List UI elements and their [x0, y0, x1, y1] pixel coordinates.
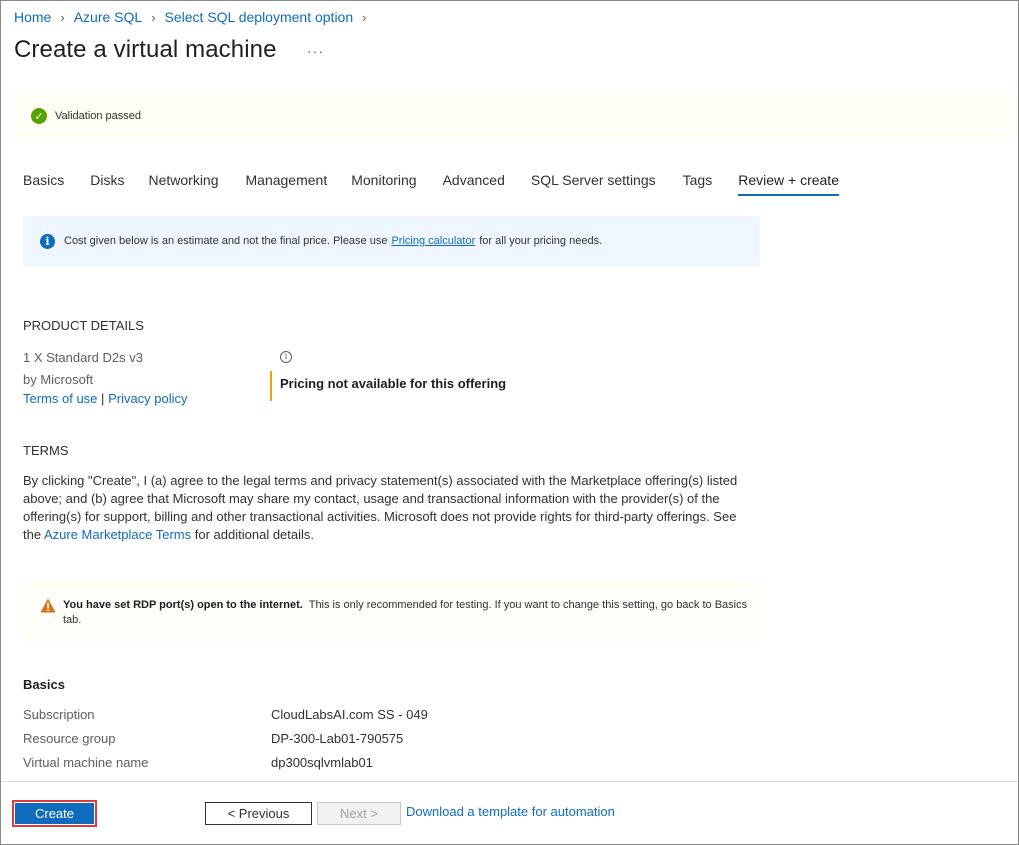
create-vm-blade: Home › Azure SQL › Select SQL deployment… — [0, 0, 1019, 845]
page-title: Create a virtual machine — [14, 36, 277, 63]
tab-networking[interactable]: Networking — [148, 172, 218, 194]
terms-heading: TERMS — [23, 443, 69, 458]
breadcrumb: Home › Azure SQL › Select SQL deployment… — [14, 9, 375, 25]
vm-name-value: dp300sqlvmlab01 — [271, 755, 373, 770]
warning-icon — [40, 598, 56, 613]
terms-of-use-link[interactable]: Terms of use — [23, 391, 97, 406]
next-button[interactable]: Next > — [317, 802, 401, 825]
info-icon: i — [40, 233, 55, 249]
warning-bold: You have set RDP port(s) open to the int… — [63, 599, 303, 611]
resource-group-label: Resource group — [23, 731, 116, 746]
pricing-accent-bar — [270, 371, 272, 401]
tab-advanced[interactable]: Advanced — [443, 172, 505, 194]
tab-management[interactable]: Management — [246, 172, 328, 194]
warning-text: You have set RDP port(s) open to the int… — [63, 598, 753, 642]
validation-banner: ✓ Validation passed — [15, 91, 1015, 141]
chevron-right-icon: › — [60, 9, 65, 25]
info-circle-icon[interactable]: i — [280, 351, 292, 363]
subscription-value: CloudLabsAI.com SS - 049 — [271, 707, 428, 722]
breadcrumb-azure-sql[interactable]: Azure SQL — [74, 9, 142, 25]
footer-divider — [1, 781, 1018, 782]
marketplace-terms-link[interactable]: Azure Marketplace Terms — [44, 527, 191, 542]
subscription-label: Subscription — [23, 707, 95, 722]
vm-name-label: Virtual machine name — [23, 755, 149, 770]
rdp-warning-banner: You have set RDP port(s) open to the int… — [23, 579, 760, 642]
pricing-calculator-link[interactable]: Pricing calculator — [391, 235, 475, 247]
cost-info-before: Cost given below is an estimate and not … — [64, 235, 388, 247]
tab-disks[interactable]: Disks — [90, 172, 124, 194]
terms-text: By clicking "Create", I (a) agree to the… — [23, 472, 753, 544]
download-template-link[interactable]: Download a template for automation — [406, 804, 615, 819]
cost-info-banner: i Cost given below is an estimate and no… — [23, 216, 760, 266]
chevron-right-icon: › — [151, 9, 156, 25]
breadcrumb-home[interactable]: Home — [14, 9, 51, 25]
product-name: 1 X Standard D2s v3 — [23, 350, 143, 365]
create-button[interactable]: Create — [15, 803, 94, 824]
previous-button[interactable]: < Previous — [205, 802, 312, 825]
product-publisher: by Microsoft — [23, 372, 94, 387]
tab-monitoring[interactable]: Monitoring — [351, 172, 416, 194]
pricing-status: Pricing not available for this offering — [280, 376, 507, 391]
more-options-icon[interactable]: ··· — [307, 43, 324, 59]
tab-sql-server-settings[interactable]: SQL Server settings — [531, 172, 656, 194]
cost-info-text: Cost given below is an estimate and not … — [64, 235, 602, 247]
validation-status: Validation passed — [55, 110, 142, 122]
link-divider: | — [101, 391, 105, 406]
tab-basics[interactable]: Basics — [23, 172, 64, 194]
tab-tags[interactable]: Tags — [683, 172, 713, 194]
chevron-right-icon: › — [362, 9, 367, 25]
product-details-heading: PRODUCT DETAILS — [23, 318, 144, 333]
checkmark-icon: ✓ — [31, 108, 47, 124]
resource-group-value: DP-300-Lab01-790575 — [271, 731, 404, 746]
terms-text-after: for additional details. — [194, 527, 315, 542]
cost-info-after: for all your pricing needs. — [479, 235, 603, 247]
privacy-policy-link[interactable]: Privacy policy — [108, 391, 187, 406]
wizard-tabs: Basics Disks Networking Management Monit… — [23, 172, 839, 196]
tab-review-create[interactable]: Review + create — [738, 172, 839, 196]
breadcrumb-select-sql-deployment[interactable]: Select SQL deployment option — [165, 9, 354, 25]
basics-heading: Basics — [23, 677, 65, 692]
product-links: Terms of use | Privacy policy — [23, 391, 188, 406]
